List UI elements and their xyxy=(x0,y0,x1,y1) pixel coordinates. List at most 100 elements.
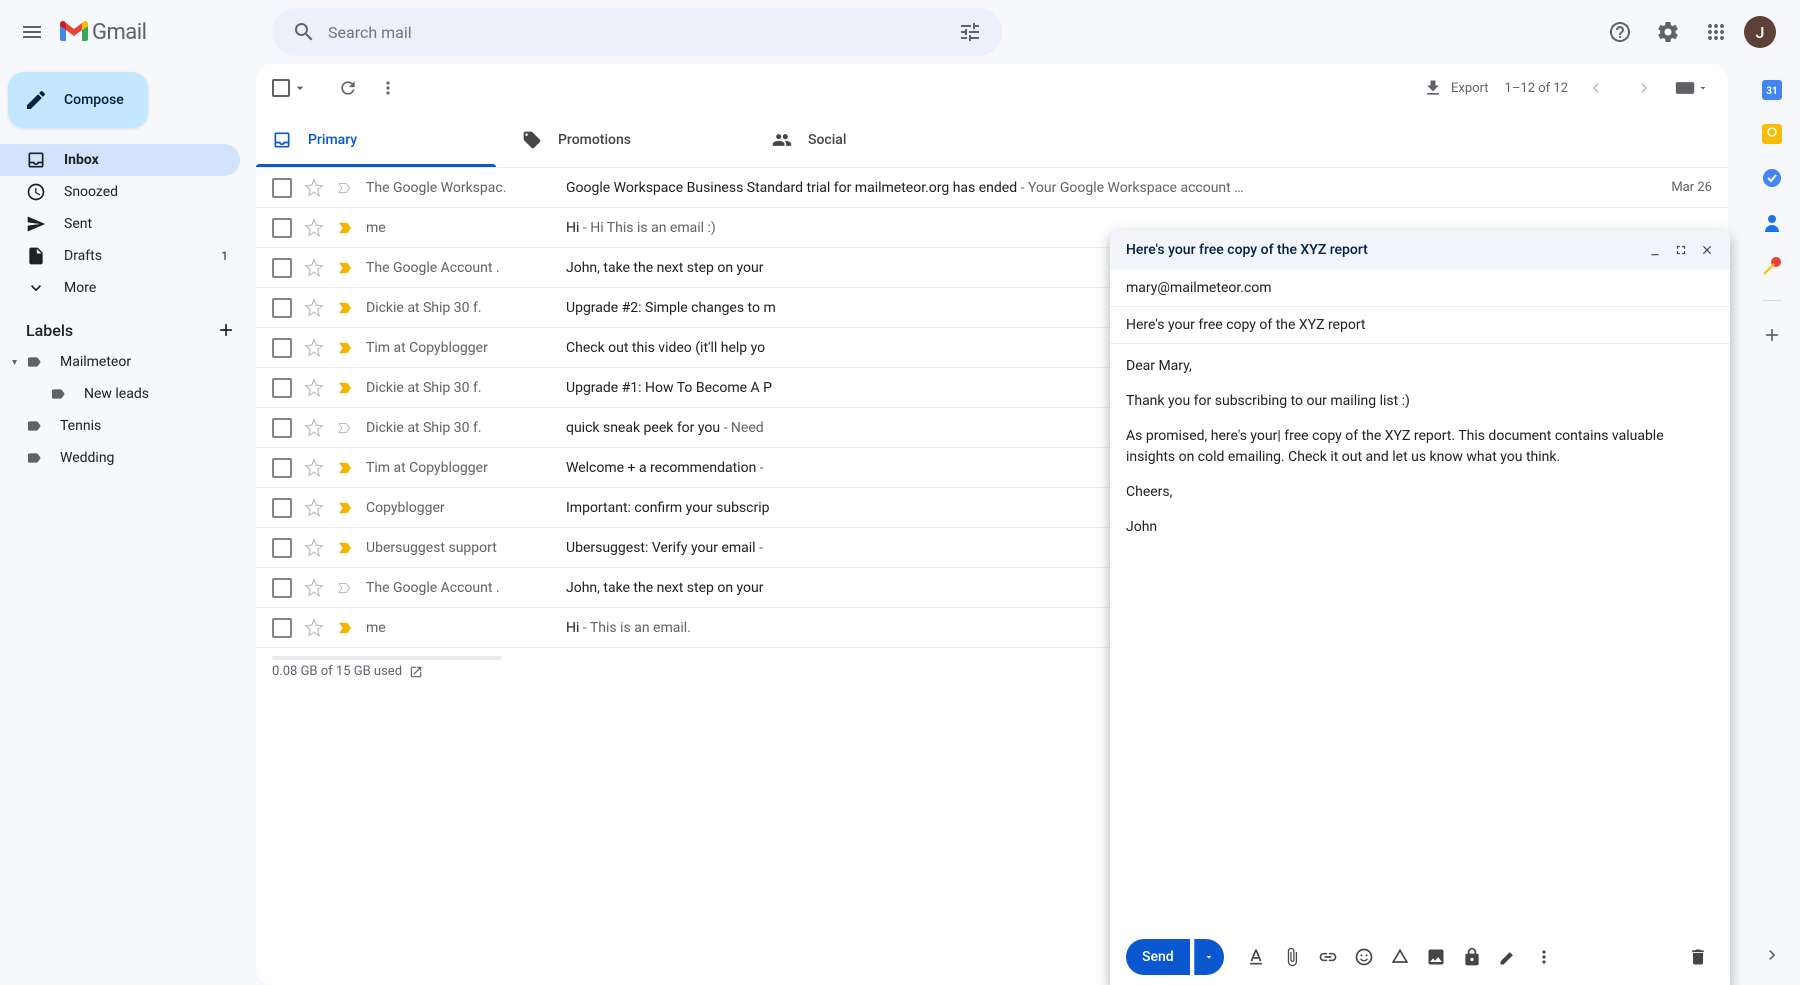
row-checkbox[interactable] xyxy=(272,258,292,278)
important-marker-icon[interactable] xyxy=(336,459,354,477)
star-button[interactable] xyxy=(304,298,324,318)
important-marker-icon[interactable] xyxy=(336,339,354,357)
support-button[interactable] xyxy=(1600,12,1640,52)
help-icon xyxy=(1608,20,1632,44)
tab-social[interactable]: Social xyxy=(756,112,1006,167)
important-marker-icon[interactable] xyxy=(336,579,354,597)
nav-item-sent[interactable]: Sent xyxy=(0,208,240,240)
nav-label: Sent xyxy=(64,216,92,232)
star-button[interactable] xyxy=(304,578,324,598)
label-item[interactable]: Tennis xyxy=(0,410,256,442)
next-page-button[interactable] xyxy=(1624,68,1664,108)
settings-button[interactable] xyxy=(1648,12,1688,52)
compose-to-field[interactable]: mary@mailmeteor.com xyxy=(1110,270,1730,307)
send-button[interactable]: Send xyxy=(1126,939,1190,975)
input-tools-button[interactable] xyxy=(1672,68,1712,108)
main-menu-button[interactable] xyxy=(8,8,56,56)
compose-header[interactable]: Here's your free copy of the XYZ report xyxy=(1110,230,1730,270)
compose-body[interactable]: Dear Mary,Thank you for subscribing to o… xyxy=(1110,344,1730,929)
star-button[interactable] xyxy=(304,498,324,518)
important-marker-icon[interactable] xyxy=(336,419,354,437)
star-button[interactable] xyxy=(304,538,324,558)
nav-item-inbox[interactable]: Inbox xyxy=(0,144,240,176)
link-button[interactable] xyxy=(1312,941,1344,973)
important-marker-icon[interactable] xyxy=(336,179,354,197)
row-checkbox[interactable] xyxy=(272,338,292,358)
row-checkbox[interactable] xyxy=(272,218,292,238)
search-input[interactable] xyxy=(328,23,946,42)
refresh-button[interactable] xyxy=(328,68,368,108)
star-button[interactable] xyxy=(304,618,324,638)
gmail-logo[interactable]: Gmail xyxy=(60,20,146,45)
minimize-button[interactable] xyxy=(1648,243,1662,257)
row-checkbox[interactable] xyxy=(272,458,292,478)
apps-icon xyxy=(1704,20,1728,44)
important-marker-icon[interactable] xyxy=(336,499,354,517)
label-item[interactable]: Wedding xyxy=(0,442,256,474)
discard-button[interactable] xyxy=(1682,941,1714,973)
nav-item-snoozed[interactable]: Snoozed xyxy=(0,176,240,208)
image-button[interactable] xyxy=(1420,941,1452,973)
row-checkbox[interactable] xyxy=(272,538,292,558)
contacts-addon[interactable] xyxy=(1762,212,1782,232)
star-button[interactable] xyxy=(304,418,324,438)
star-button[interactable] xyxy=(304,458,324,478)
keep-addon[interactable] xyxy=(1762,124,1782,144)
search-bar[interactable] xyxy=(272,8,1002,56)
star-button[interactable] xyxy=(304,378,324,398)
row-checkbox[interactable] xyxy=(272,298,292,318)
compose-subject-field[interactable]: Here's your free copy of the XYZ report xyxy=(1110,307,1730,344)
important-marker-icon[interactable] xyxy=(336,259,354,277)
important-marker-icon[interactable] xyxy=(336,379,354,397)
row-checkbox[interactable] xyxy=(272,618,292,638)
star-button[interactable] xyxy=(304,178,324,198)
drive-button[interactable] xyxy=(1384,941,1416,973)
row-checkbox[interactable] xyxy=(272,378,292,398)
row-checkbox[interactable] xyxy=(272,418,292,438)
label-item[interactable]: Mailmeteor xyxy=(0,346,256,378)
select-all[interactable] xyxy=(272,79,308,97)
tab-promotions[interactable]: Promotions xyxy=(506,112,756,167)
star-button[interactable] xyxy=(304,338,324,358)
nav-item-more[interactable]: More xyxy=(0,272,240,304)
account-avatar[interactable]: J xyxy=(1744,16,1776,48)
calendar-addon[interactable]: 31 xyxy=(1762,80,1782,100)
more-button[interactable] xyxy=(368,68,408,108)
row-checkbox[interactable] xyxy=(272,498,292,518)
important-marker-icon[interactable] xyxy=(336,219,354,237)
row-checkbox[interactable] xyxy=(272,578,292,598)
emoji-button[interactable] xyxy=(1348,941,1380,973)
open-in-new-icon[interactable] xyxy=(409,665,423,679)
formatting-button[interactable] xyxy=(1240,941,1272,973)
fullscreen-button[interactable] xyxy=(1674,243,1688,257)
nav-item-drafts[interactable]: Drafts1 xyxy=(0,240,240,272)
hide-side-panel-button[interactable] xyxy=(1762,945,1782,965)
row-checkbox[interactable] xyxy=(272,178,292,198)
prev-page-button[interactable] xyxy=(1576,68,1616,108)
compose-button[interactable]: Compose xyxy=(8,72,148,128)
star-button[interactable] xyxy=(304,258,324,278)
close-compose-button[interactable] xyxy=(1700,243,1714,257)
tasks-addon[interactable] xyxy=(1762,168,1782,188)
more-options-button[interactable] xyxy=(1528,941,1560,973)
confidential-button[interactable] xyxy=(1456,941,1488,973)
mailmeteor-addon[interactable] xyxy=(1762,256,1782,276)
download-icon xyxy=(1423,78,1443,98)
search-button[interactable] xyxy=(280,8,328,56)
important-marker-icon[interactable] xyxy=(336,299,354,317)
star-icon xyxy=(304,378,324,398)
add-label-icon[interactable] xyxy=(216,320,236,340)
label-item[interactable]: New leads xyxy=(0,378,256,410)
get-addons-button[interactable] xyxy=(1762,325,1782,345)
search-options-button[interactable] xyxy=(946,8,994,56)
star-button[interactable] xyxy=(304,218,324,238)
tab-primary[interactable]: Primary xyxy=(256,112,506,167)
important-marker-icon[interactable] xyxy=(336,539,354,557)
signature-button[interactable] xyxy=(1492,941,1524,973)
email-row[interactable]: The Google Workspac. Google Workspace Bu… xyxy=(256,168,1728,208)
apps-button[interactable] xyxy=(1696,12,1736,52)
attach-button[interactable] xyxy=(1276,941,1308,973)
send-options-button[interactable] xyxy=(1194,939,1224,975)
export-button[interactable]: Export xyxy=(1415,78,1497,98)
important-marker-icon[interactable] xyxy=(336,619,354,637)
